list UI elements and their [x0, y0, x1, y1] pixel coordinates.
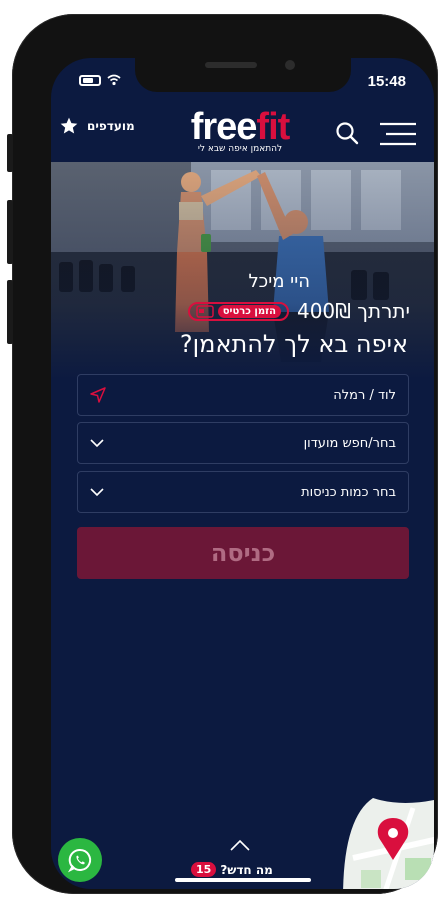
logo-free-text: free — [190, 106, 258, 148]
home-indicator — [175, 878, 311, 882]
phone-mute-switch — [7, 134, 13, 172]
balance-row: יתרתך 400₪ הזמן כרטיס — [187, 299, 410, 323]
chevron-down-icon — [90, 488, 104, 497]
voucher-button[interactable]: הזמן כרטיס — [187, 301, 289, 321]
club-select-placeholder: בחר/חפש מועדון — [303, 435, 396, 451]
logo-tagline: להתאמן איפה שבא לי — [197, 144, 283, 154]
locate-icon[interactable] — [90, 387, 106, 403]
whats-new-badge: 15 — [191, 862, 217, 877]
phone-volume-down — [7, 280, 13, 344]
whatsapp-icon — [67, 848, 92, 873]
location-field[interactable]: לוד / רמלה — [77, 374, 409, 416]
search-icon[interactable] — [334, 120, 360, 146]
entries-select[interactable]: בחר כמות כניסות — [77, 471, 409, 513]
whats-new-label: מה חדש? — [220, 862, 273, 877]
app-screen: 15:48 מועדפים freefit להתאמן איפה שבא לי — [51, 58, 434, 889]
location-value: לוד / רמלה — [333, 387, 396, 403]
menu-icon[interactable] — [378, 122, 418, 146]
freefit-logo[interactable]: freefit להתאמן איפה שבא לי — [184, 108, 296, 154]
logo-fit-text: fit — [256, 106, 290, 148]
status-time: 15:48 — [367, 73, 406, 90]
voucher-label: הזמן כרטיס — [217, 304, 281, 318]
greeting-text: היי מיכל — [248, 271, 310, 292]
wifi-icon — [107, 74, 121, 86]
club-select[interactable]: בחר/חפש מועדון — [77, 422, 409, 464]
battery-icon — [79, 74, 101, 86]
app-header: מועדפים freefit להתאמן איפה שבא לי — [51, 106, 434, 160]
phone-volume-up — [7, 200, 13, 264]
enter-button[interactable]: כניסה — [77, 527, 409, 579]
status-icons — [79, 74, 121, 86]
entries-select-placeholder: בחר כמות כניסות — [301, 484, 396, 500]
speaker — [205, 62, 257, 68]
whatsapp-button[interactable] — [58, 838, 102, 882]
camera — [285, 60, 295, 70]
favorites-label: מועדפים — [87, 119, 135, 133]
page-title: איפה בא לך להתאמן? — [179, 330, 408, 358]
balance-text: יתרתך 400₪ — [296, 299, 410, 323]
card-icon — [195, 304, 214, 318]
star-icon — [60, 117, 78, 134]
phone-frame: 15:48 מועדפים freefit להתאמן איפה שבא לי — [12, 14, 438, 894]
chevron-down-icon — [90, 439, 104, 448]
chevron-up-icon[interactable] — [229, 838, 251, 852]
map-button[interactable] — [343, 798, 434, 889]
notch — [135, 58, 351, 92]
favorites-button[interactable]: מועדפים — [59, 116, 135, 136]
whats-new-button[interactable]: מה חדש? 15 — [191, 862, 273, 877]
